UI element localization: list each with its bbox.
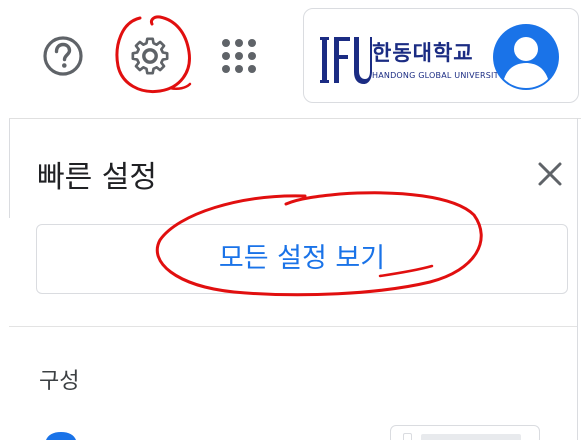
gear-icon — [131, 37, 169, 75]
radio-button[interactable] — [44, 432, 78, 440]
avatar[interactable] — [493, 24, 559, 90]
section-label-config: 구성 — [39, 369, 80, 394]
apps-button[interactable] — [213, 30, 265, 82]
panel-scrollbar-edge — [577, 118, 578, 440]
apps-grid-icon — [222, 39, 256, 73]
org-subtitle: HANDONG GLOBAL UNIVERSITY — [372, 71, 504, 80]
close-icon — [538, 162, 562, 186]
quick-settings-title: 빠른 설정 — [37, 160, 157, 195]
org-name: 한동대학교 — [372, 41, 474, 65]
see-all-settings-button[interactable]: 모든 설정 보기 — [36, 224, 568, 294]
thumbnail-checkbox — [403, 433, 412, 440]
handong-logo — [320, 37, 372, 84]
screen: 한동대학교 HANDONG GLOBAL UNIVERSITY 빠른 설정 모든… — [0, 0, 581, 440]
panel-top-edge — [9, 118, 581, 119]
panel-left-edge — [0, 118, 10, 218]
settings-button[interactable] — [124, 30, 176, 82]
density-thumbnail[interactable] — [390, 425, 540, 440]
help-button[interactable] — [37, 30, 89, 82]
thumbnail-line — [421, 434, 521, 440]
close-button[interactable] — [530, 154, 570, 194]
help-circle-icon — [43, 36, 83, 76]
divider — [9, 326, 577, 327]
account-card[interactable]: 한동대학교 HANDONG GLOBAL UNIVERSITY — [303, 8, 579, 103]
